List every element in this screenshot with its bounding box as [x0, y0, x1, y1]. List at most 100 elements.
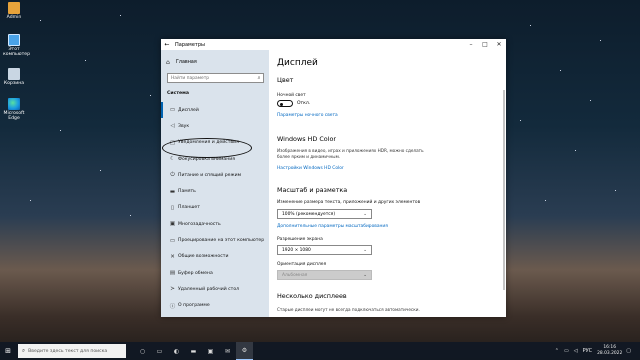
- title-bar: ← Параметры – □ ✕: [161, 39, 506, 50]
- speaker-icon: ◁: [170, 123, 175, 130]
- sidebar-item-multitasking[interactable]: ▣ Многозадачность: [161, 216, 269, 232]
- resolution-label: Разрешение экрана: [277, 237, 323, 242]
- hdr-description: Изображения в видео, играх и приложениях…: [277, 148, 424, 159]
- desktop-icon-label: Этот компьютер: [3, 47, 31, 57]
- sidebar-item-storage[interactable]: ▬ Память: [161, 183, 269, 199]
- sidebar-item-sound[interactable]: ◁ Звук: [161, 118, 269, 134]
- close-button[interactable]: ✕: [492, 41, 506, 48]
- orientation-value: Альбомная: [282, 272, 308, 278]
- desktop-icon-admin[interactable]: Admin: [3, 2, 25, 20]
- this-pc-icon: [8, 34, 20, 46]
- sidebar-item-label: Проецирование на этот компьютер: [178, 238, 265, 244]
- sidebar-item-display[interactable]: ▭ Дисплей: [161, 102, 269, 119]
- shared-experiences-icon: ✕: [170, 253, 175, 260]
- page-title: Дисплей: [277, 58, 318, 68]
- multitasking-icon: ▣: [169, 221, 176, 228]
- settings-taskbar-icon[interactable]: ⚙: [236, 342, 253, 360]
- sidebar: ⌂ Главная Найти параметр ⌕ Система ▭ Дисп…: [161, 50, 269, 317]
- monitor-icon: ▭: [169, 107, 176, 114]
- volume-icon[interactable]: ◁: [574, 348, 578, 354]
- window-title: Параметры: [175, 41, 205, 48]
- sidebar-item-power[interactable]: ⏻ Питание и спящий режим: [161, 167, 269, 183]
- night-light-toggle[interactable]: [277, 100, 293, 107]
- start-button[interactable]: ⊞: [0, 342, 16, 360]
- advanced-scaling-link[interactable]: Дополнительные параметры масштабирования: [277, 224, 388, 229]
- taskbar: ⊞ ⌕ Введите здесь текст для поиска ○ ▭ ◐…: [0, 342, 640, 360]
- annotation-circle: [162, 138, 252, 158]
- resolution-dropdown[interactable]: 1920 × 1080 ⌄: [277, 245, 372, 255]
- sidebar-item-label: Буфер обмена: [178, 270, 213, 276]
- system-tray: ⌃ ▭ ◁ РУС 16:16 28.03.2022 ▢: [555, 345, 640, 357]
- task-switch-icon[interactable]: ▭: [151, 342, 168, 360]
- sidebar-item-about[interactable]: ⓘ О программе: [161, 298, 269, 314]
- orientation-dropdown[interactable]: Альбомная ⌄: [277, 270, 372, 280]
- desktop-icon-edge[interactable]: Microsoft Edge: [3, 98, 25, 121]
- home-label: Главная: [176, 60, 197, 65]
- sidebar-item-label: Общие возможности: [178, 254, 229, 260]
- language-indicator[interactable]: РУС: [583, 348, 593, 354]
- toggle-knob: [280, 102, 283, 106]
- home-icon: ⌂: [166, 59, 170, 66]
- desktop-icon-this-pc[interactable]: Этот компьютер: [3, 34, 31, 57]
- search-icon[interactable]: ⌕: [255, 75, 263, 81]
- desktop-icon-recycle-bin[interactable]: Корзина: [3, 68, 25, 86]
- recycle-bin-icon: [8, 68, 20, 80]
- sidebar-item-label: Звук: [178, 123, 190, 129]
- remote-desktop-icon: ≻: [170, 286, 175, 293]
- night-light-state: Откл.: [297, 101, 311, 106]
- scale-section-heading: Масштаб и разметка: [277, 186, 348, 194]
- scale-dropdown[interactable]: 100% (рекомендуется) ⌄: [277, 209, 372, 219]
- taskbar-search-placeholder: Введите здесь текст для поиска: [28, 348, 108, 354]
- maximize-button[interactable]: □: [478, 41, 492, 48]
- mail-icon[interactable]: ✉: [219, 342, 236, 360]
- back-arrow-icon[interactable]: ←: [161, 41, 173, 48]
- task-view-icon[interactable]: ○: [134, 342, 151, 360]
- power-icon: ⏻: [170, 171, 175, 178]
- home-link[interactable]: ⌂ Главная: [166, 59, 197, 66]
- night-light-label: Ночной свет: [277, 93, 306, 98]
- search-placeholder: Найти параметр: [171, 75, 210, 81]
- notification-center-icon[interactable]: ▢: [626, 348, 631, 354]
- sidebar-nav-list: ▭ Дисплей ◁ Звук ▢ Уведомления и действия ☾…: [161, 102, 269, 314]
- store-icon[interactable]: ▣: [202, 342, 219, 360]
- night-light-settings-link[interactable]: Параметры ночного света: [277, 113, 338, 118]
- chevron-down-icon: ⌄: [363, 211, 367, 217]
- desktop-icon-label: Admin: [6, 15, 22, 20]
- sidebar-item-clipboard[interactable]: ▤ Буфер обмена: [161, 265, 269, 281]
- sidebar-item-projecting[interactable]: ▭ Проецирование на этот компьютер: [161, 232, 269, 248]
- hdr-settings-link[interactable]: Настройки Windows HD Color: [277, 166, 344, 171]
- user-folder-icon: [8, 2, 20, 14]
- taskbar-pinned-apps: ○ ▭ ◐ ▬ ▣ ✉ ⚙: [134, 342, 253, 360]
- sidebar-item-label: Дисплей: [178, 107, 199, 113]
- desktop-icon-label: Корзина: [3, 81, 25, 86]
- chevron-up-icon[interactable]: ⌃: [555, 348, 559, 354]
- scrollbar[interactable]: [502, 50, 506, 317]
- windows-logo-icon: ⊞: [5, 347, 11, 355]
- sidebar-item-label: О программе: [178, 303, 210, 309]
- sidebar-item-remote-desktop[interactable]: ≻ Удаленный рабочий стол: [161, 281, 269, 297]
- settings-search-input[interactable]: Найти параметр ⌕: [167, 73, 264, 83]
- sidebar-item-label: Память: [178, 189, 196, 195]
- resolution-value: 1920 × 1080: [282, 247, 311, 253]
- edge-icon: [8, 98, 20, 110]
- focus-assist-icon: ☾: [170, 156, 175, 163]
- hdr-section-heading: Windows HD Color: [277, 135, 337, 143]
- sidebar-item-label: Питание и спящий режим: [178, 172, 242, 178]
- about-icon: ⓘ: [169, 303, 176, 310]
- minimize-button[interactable]: –: [464, 41, 478, 48]
- clock[interactable]: 16:16 28.03.2022: [597, 345, 622, 357]
- network-icon[interactable]: ▭: [564, 348, 569, 354]
- sidebar-item-label: Многозадачность: [178, 221, 221, 227]
- file-explorer-icon[interactable]: ▬: [185, 342, 202, 360]
- taskbar-search-box[interactable]: ⌕ Введите здесь текст для поиска: [18, 344, 126, 358]
- content-pane: Дисплей Цвет Ночной свет Откл. Параметры…: [269, 50, 506, 317]
- storage-icon: ▬: [169, 188, 176, 195]
- sidebar-item-tablet[interactable]: ▯ Планшет: [161, 200, 269, 216]
- multi-display-heading: Несколько дисплеев: [277, 292, 347, 300]
- tablet-icon: ▯: [170, 204, 175, 211]
- multi-display-description: Старые дисплеи могут не всегда подключат…: [277, 307, 420, 312]
- sidebar-item-shared-experiences[interactable]: ✕ Общие возможности: [161, 249, 269, 265]
- scrollbar-thumb[interactable]: [503, 90, 505, 290]
- sidebar-item-label: Планшет: [178, 205, 200, 211]
- edge-taskbar-icon[interactable]: ◐: [168, 342, 185, 360]
